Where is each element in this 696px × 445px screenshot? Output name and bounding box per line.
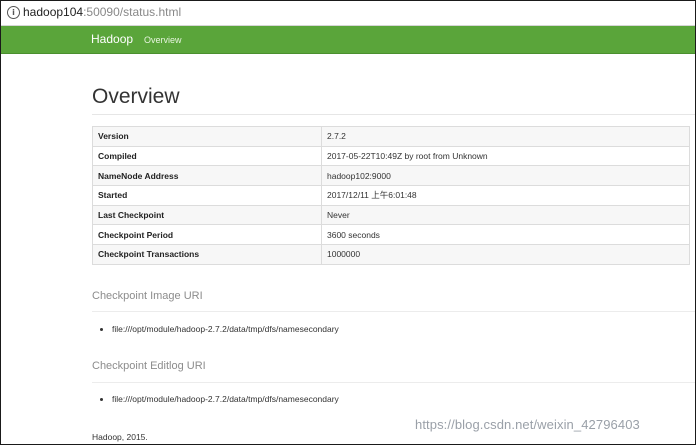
section-divider: [92, 311, 695, 312]
image-uri-list: file:///opt/module/hadoop-2.7.2/data/tmp…: [92, 323, 339, 335]
row-key: NameNode Address: [92, 165, 322, 187]
nav-link-overview[interactable]: Overview: [144, 35, 182, 45]
table-row: Checkpoint Transactions 1000000: [92, 244, 690, 265]
table-row: Checkpoint Period 3600 seconds: [92, 224, 690, 246]
url-path: :50090/status.html: [83, 5, 182, 19]
row-value: hadoop102:9000: [321, 165, 690, 187]
watermark: https://blog.csdn.net/weixin_42796403: [415, 417, 640, 432]
row-value: 1000000: [321, 244, 690, 265]
browser-window: i hadoop104:50090/status.html Hadoop Ove…: [0, 0, 696, 445]
table-row: NameNode Address hadoop102:9000: [92, 165, 690, 187]
navbar: Hadoop Overview: [1, 26, 695, 54]
row-key: Checkpoint Period: [92, 224, 322, 246]
address-bar[interactable]: i hadoop104:50090/status.html: [1, 1, 695, 26]
row-key: Compiled: [92, 145, 322, 167]
row-key: Started: [92, 185, 322, 206]
section-title-image-uri: Checkpoint Image URI: [92, 290, 203, 302]
list-item: file:///opt/module/hadoop-2.7.2/data/tmp…: [112, 323, 339, 335]
url-text[interactable]: hadoop104:50090/status.html: [23, 5, 181, 20]
page-title: Overview: [92, 85, 180, 108]
info-icon[interactable]: i: [7, 6, 20, 19]
info-table: Version 2.7.2 Compiled 2017-05-22T10:49Z…: [92, 126, 690, 265]
navbar-brand[interactable]: Hadoop: [91, 32, 133, 46]
url-host: hadoop104: [23, 5, 84, 19]
row-value: 2.7.2: [321, 126, 690, 147]
footer: Hadoop, 2015.: [92, 432, 148, 442]
row-value: 3600 seconds: [321, 224, 690, 246]
title-divider: [92, 114, 695, 115]
section-divider: [92, 382, 695, 383]
list-item: file:///opt/module/hadoop-2.7.2/data/tmp…: [112, 393, 339, 405]
editlog-uri-list: file:///opt/module/hadoop-2.7.2/data/tmp…: [92, 393, 339, 405]
section-title-editlog-uri: Checkpoint Editlog URI: [92, 360, 206, 372]
table-row: Last Checkpoint Never: [92, 204, 690, 226]
row-value: Never: [321, 204, 690, 226]
row-value: 2017-05-22T10:49Z by root from Unknown: [321, 145, 690, 167]
row-value: 2017/12/11 上午6:01:48: [321, 185, 690, 206]
row-key: Last Checkpoint: [92, 204, 322, 226]
row-key: Version: [92, 126, 322, 147]
table-row: Started 2017/12/11 上午6:01:48: [92, 185, 690, 206]
row-key: Checkpoint Transactions: [92, 244, 322, 265]
table-row: Version 2.7.2: [92, 126, 690, 147]
table-row: Compiled 2017-05-22T10:49Z by root from …: [92, 145, 690, 167]
